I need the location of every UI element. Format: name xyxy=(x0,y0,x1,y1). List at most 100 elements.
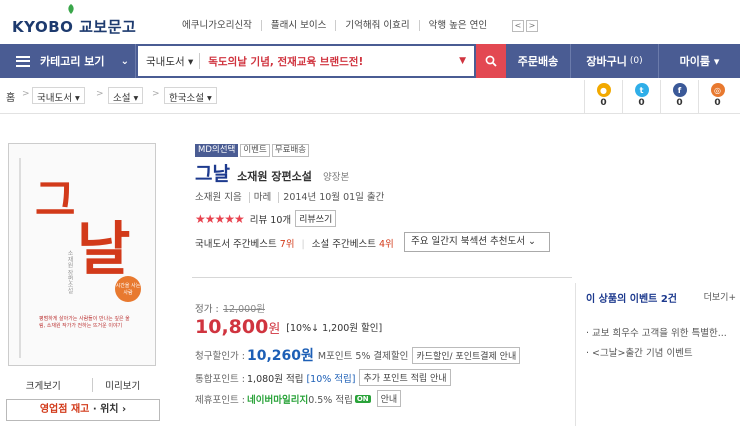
events-more-link[interactable]: 더보기+ xyxy=(704,290,736,303)
hamburger-icon xyxy=(16,55,30,67)
events-spacer xyxy=(586,305,736,319)
my-room-button[interactable]: 마이룸 ▾ xyxy=(658,44,740,78)
binding-type: 양장본 xyxy=(323,172,350,183)
partner-point-label: 제휴포인트 : xyxy=(195,394,245,406)
share-count: 0 xyxy=(676,98,683,108)
share-count: 0 xyxy=(600,98,607,108)
cover-title-char-1: 그 xyxy=(35,175,76,226)
top-link[interactable]: 플래시 보이스 xyxy=(260,20,335,31)
bestseller-rank: 국내도서 주간베스트 7위 | 소설 주간베스트 4위 xyxy=(195,236,394,250)
chevron-down-icon: ⌄ xyxy=(120,55,129,67)
point-label: 통합포인트 : xyxy=(195,373,245,385)
sale-price: 10,800원 xyxy=(195,316,280,338)
stock-location-label: · 위치 › xyxy=(92,404,127,415)
events-panel: 이 상품의 이벤트 2건 더보기+ · 교보 희우수 고객을 위한 특별한...… xyxy=(586,290,736,359)
kyobo-logo[interactable]: KYOBO 교보문고 xyxy=(12,4,136,36)
partner-info-button[interactable]: 안내 xyxy=(376,390,402,407)
product-title: 그날 xyxy=(195,163,230,185)
rating-row: ★★★★★ 리뷰 10개 리뷰쓰기 xyxy=(195,210,337,227)
review-count[interactable]: 리뷰 10개 xyxy=(250,212,291,226)
naver-mileage[interactable]: 네이버마일리지 xyxy=(247,392,308,406)
next-arrow-button[interactable]: > xyxy=(526,20,538,32)
kakaostory-icon: ● xyxy=(596,83,611,97)
tag-md-choice: MD의선택 xyxy=(195,144,239,157)
search-scope-select[interactable]: 국내도서 ▾ xyxy=(138,54,199,69)
top-link[interactable]: 악행 높은 연인 xyxy=(418,20,496,31)
cover-badge: 시간을 사는 사람 xyxy=(115,276,141,302)
card-price-label: 청구할인가 : xyxy=(195,351,245,362)
breadcrumb-item[interactable]: 소설 ▾ xyxy=(108,87,144,104)
extra-point-info-button[interactable]: 추가 포인트 적립 안내 xyxy=(359,369,451,386)
tag-event: 이벤트 xyxy=(240,144,270,157)
category-menu-button[interactable]: 카테고리 보기 ⌄ xyxy=(0,44,136,78)
recommend-dropdown-label: 주요 일간지 북섹션 추천도서 xyxy=(411,236,525,247)
search-input[interactable]: 독도의날 기념, 전재교육 브랜드전! xyxy=(200,54,459,69)
breadcrumb-sep: > xyxy=(96,89,104,99)
cart-button[interactable]: 장바구니 (0) xyxy=(570,44,658,78)
search-button[interactable] xyxy=(476,44,506,78)
preview-button[interactable]: 미리보기 xyxy=(92,378,140,392)
event-item[interactable]: · 교보 희우수 고객을 위한 특별한... xyxy=(586,325,736,339)
leaf-logo-icon xyxy=(68,4,74,14)
card-note: M포인트 5% 결제할인 xyxy=(317,351,409,362)
cover-spine xyxy=(19,158,21,358)
top-link[interactable]: 에쿠니가오리신작 xyxy=(182,20,261,31)
breadcrumb-sep: > xyxy=(22,89,30,99)
tag-free-shipping: 무료배송 xyxy=(271,144,310,157)
breadcrumb-item[interactable]: 한국소설 ▾ xyxy=(164,87,217,104)
best-weekly-label[interactable]: 국내도서 주간베스트 xyxy=(195,239,277,250)
sale-price-unit: 원 xyxy=(268,322,281,337)
share-other[interactable]: ◎ 0 xyxy=(698,80,736,114)
store-stock-button[interactable]: 영업점 재고 · 위치 › xyxy=(6,399,160,421)
list-price-row: 정가 : 12,000원 xyxy=(195,301,265,315)
breadcrumb-home[interactable]: 홈 xyxy=(6,89,15,104)
list-price-label: 정가 : xyxy=(195,304,219,315)
event-item[interactable]: · <그날>출간 기념 이벤트 xyxy=(586,345,736,359)
best-sep: | xyxy=(301,239,305,250)
breadcrumb-sep: > xyxy=(152,89,160,99)
top-link[interactable]: 기억해줘 이효리 xyxy=(335,20,418,31)
sale-discount: [10%↓ 1,200원 할인] xyxy=(286,323,383,334)
best-weekly-rank: 7위 xyxy=(279,239,295,250)
share-count: 0 xyxy=(638,98,645,108)
cover-subtitle: 소재원 장편소설 xyxy=(66,250,73,294)
recommend-dropdown[interactable]: 주요 일간지 북섹션 추천도서 ⌄ xyxy=(404,232,550,252)
book-cover-image[interactable]: 그 날 소재원 장편소설 시간을 사는 사람 평범하게 살아가는 사람들이 만나… xyxy=(8,143,156,366)
share-kakaostory[interactable]: ● 0 xyxy=(584,80,622,114)
card-discount-info-button[interactable]: 카드할인/ 포인트결제 안내 xyxy=(412,346,521,364)
product-title-row: 그날 소재원 장편소설 양장본 xyxy=(195,159,349,186)
sale-price-row: 10,800원 [10%↓ 1,200원 할인] xyxy=(195,316,382,338)
card-price-row: 청구할인가 : 10,260원 M포인트 5% 결제할인 카드할인/ 포인트결제… xyxy=(195,345,521,365)
cover-blurb: 평범하게 살아가는 사람들이 만나는 깊은 울림, 소재원 작가가 전하는 뜨거… xyxy=(39,316,130,329)
publisher[interactable]: 마레 xyxy=(248,192,272,203)
zoom-button[interactable]: 크게보기 xyxy=(26,378,61,392)
category-label: 카테고리 보기 xyxy=(40,55,105,68)
cover-title-char-2: 날 xyxy=(77,215,131,283)
cart-label: 장바구니 xyxy=(586,55,627,68)
product-meta: 소재원 지음 마레 2014년 10월 01일 출간 xyxy=(195,189,385,203)
list-price: 12,000원 xyxy=(223,304,265,315)
circle-share-icon: ◎ xyxy=(710,83,725,97)
twitter-icon: t xyxy=(634,83,649,97)
breadcrumb: 홈 > 국내도서 ▾ > 소설 ▾ > 한국소설 ▾ ● 0 t 0 f 0 ◎… xyxy=(0,80,740,114)
top-bar: KYOBO 교보문고 에쿠니가오리신작 플래시 보이스 기억해줘 이효리 악행 … xyxy=(0,0,740,42)
share-twitter[interactable]: t 0 xyxy=(622,80,660,114)
chevron-down-icon: ⌄ xyxy=(527,236,536,247)
publish-date: 2014년 10월 01일 출간 xyxy=(278,192,385,203)
sale-price-value: 10,800 xyxy=(195,316,269,338)
share-facebook[interactable]: f 0 xyxy=(660,80,698,114)
stock-label: 영업점 재고 xyxy=(39,404,90,415)
write-review-button[interactable]: 리뷰쓰기 xyxy=(295,210,337,227)
search-box: 국내도서 ▾ 독도의날 기념, 전재교육 브랜드전! ▼ xyxy=(136,44,476,78)
author[interactable]: 소재원 지음 xyxy=(195,192,242,203)
best-novel-label[interactable]: 소설 주간베스트 xyxy=(312,239,376,250)
product-subtitle: 소재원 장편소설 xyxy=(237,170,312,183)
order-delivery-button[interactable]: 주문배송 xyxy=(506,44,570,78)
point-value: 1,080원 적립 xyxy=(247,373,304,385)
point-rate: [10% 적립] xyxy=(306,373,356,385)
star-rating: ★★★★★ xyxy=(195,211,245,226)
prev-arrow-button[interactable]: < xyxy=(512,20,524,32)
breadcrumb-item[interactable]: 국내도서 ▾ xyxy=(32,87,85,104)
point-row: 통합포인트 : 1,080원 적립 [10% 적립] 추가 포인트 적립 안내 xyxy=(195,369,451,386)
search-dropdown-icon[interactable]: ▼ xyxy=(459,56,474,66)
